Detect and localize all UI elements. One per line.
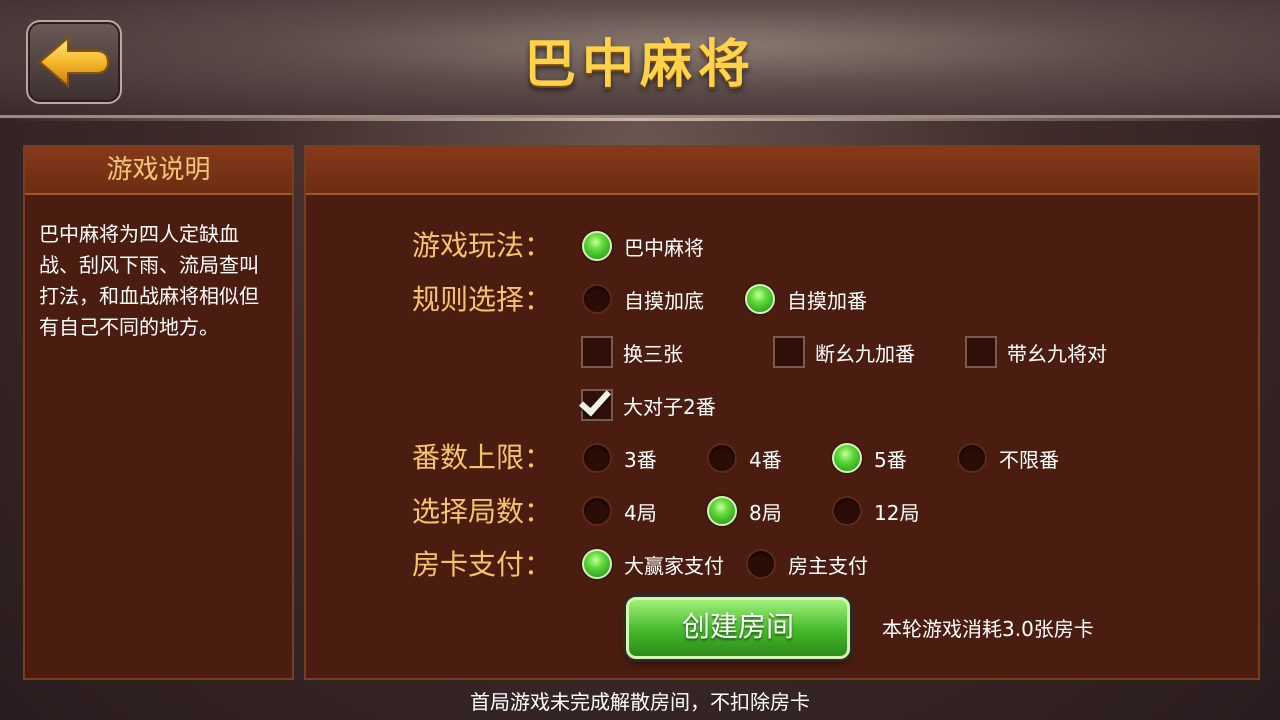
radio-selected-icon <box>707 496 737 526</box>
check-huansanzhang[interactable]: 换三张 <box>581 336 683 368</box>
instructions-panel: 游戏说明 巴中麻将为四人定缺血战、刮风下雨、流局查叫打法，和血战麻将相似但有自己… <box>23 145 294 680</box>
option-label: 5番 <box>874 447 907 472</box>
option-label: 换三张 <box>623 341 683 366</box>
fan-option-4[interactable]: 4番 <box>707 443 782 473</box>
option-label: 8局 <box>749 500 782 525</box>
radio-unselected-icon <box>582 443 612 473</box>
radio-selected-icon <box>832 443 862 473</box>
mode-option-bazhong[interactable]: 巴中麻将 <box>582 231 704 261</box>
fan-option-3[interactable]: 3番 <box>582 443 657 473</box>
checkmark-icon <box>579 383 611 417</box>
checkbox-empty-icon <box>773 336 805 368</box>
settings-panel: 游戏玩法： 巴中麻将 规则选择： 自摸加底 自摸加番 换三张 断幺九加番 带幺九… <box>304 145 1260 680</box>
radio-unselected-icon <box>707 443 737 473</box>
payment-option-owner[interactable]: 房主支付 <box>746 549 868 579</box>
option-label: 3番 <box>624 447 657 472</box>
checkbox-checked-icon <box>579 383 613 421</box>
fan-option-5[interactable]: 5番 <box>832 443 907 473</box>
radio-selected-icon <box>582 231 612 261</box>
checkbox-empty-icon <box>581 336 613 368</box>
rounds-option-8[interactable]: 8局 <box>707 496 782 526</box>
option-label: 自摸加底 <box>624 288 704 313</box>
payment-label: 房卡支付： <box>412 548 553 581</box>
radio-selected-icon <box>745 284 775 314</box>
header-bar: 巴中麻将 <box>0 0 1280 121</box>
option-label: 4番 <box>749 447 782 472</box>
radio-unselected-icon <box>582 284 612 314</box>
rounds-label: 选择局数： <box>412 495 553 528</box>
rule-option-zimo-jiafan[interactable]: 自摸加番 <box>745 284 867 314</box>
radio-unselected-icon <box>746 549 776 579</box>
mode-label: 游戏玩法： <box>412 229 553 262</box>
checkbox-empty-icon <box>965 336 997 368</box>
option-label: 大赢家支付 <box>624 553 724 578</box>
settings-header <box>306 147 1258 195</box>
rules-label: 规则选择： <box>412 283 553 316</box>
check-daiyaojiu[interactable]: 带幺九将对 <box>965 336 1107 368</box>
create-room-button[interactable]: 创建房间 <box>626 597 850 659</box>
radio-unselected-icon <box>957 443 987 473</box>
option-label: 12局 <box>874 500 920 525</box>
page-title: 巴中麻将 <box>523 35 756 95</box>
rule-option-zimo-jiadi[interactable]: 自摸加底 <box>582 284 704 314</box>
option-label: 4局 <box>624 500 657 525</box>
fan-option-unlimited[interactable]: 不限番 <box>957 443 1059 473</box>
option-label: 大对子2番 <box>623 394 716 419</box>
radio-selected-icon <box>582 549 612 579</box>
option-label: 断幺九加番 <box>815 341 915 366</box>
fan-limit-label: 番数上限： <box>412 441 553 474</box>
option-label: 不限番 <box>999 447 1059 472</box>
check-daduizi[interactable]: 大对子2番 <box>579 383 716 421</box>
payment-option-winner[interactable]: 大赢家支付 <box>582 549 724 579</box>
dissolve-note: 首局游戏未完成解散房间，不扣除房卡 <box>470 690 810 714</box>
radio-unselected-icon <box>582 496 612 526</box>
check-duanyaojiu[interactable]: 断幺九加番 <box>773 336 915 368</box>
radio-unselected-icon <box>832 496 862 526</box>
option-label: 带幺九将对 <box>1007 341 1107 366</box>
rounds-option-12[interactable]: 12局 <box>832 496 919 526</box>
instructions-header: 游戏说明 <box>25 147 292 195</box>
rounds-option-4[interactable]: 4局 <box>582 496 657 526</box>
option-label: 自摸加番 <box>787 288 867 313</box>
instructions-text: 巴中麻将为四人定缺血战、刮风下雨、流局查叫打法，和血战麻将相似但有自己不同的地方… <box>39 222 259 339</box>
option-label: 巴中麻将 <box>624 235 704 260</box>
room-card-cost-note: 本轮游戏消耗3.0张房卡 <box>882 617 1094 641</box>
option-label: 房主支付 <box>788 553 868 578</box>
